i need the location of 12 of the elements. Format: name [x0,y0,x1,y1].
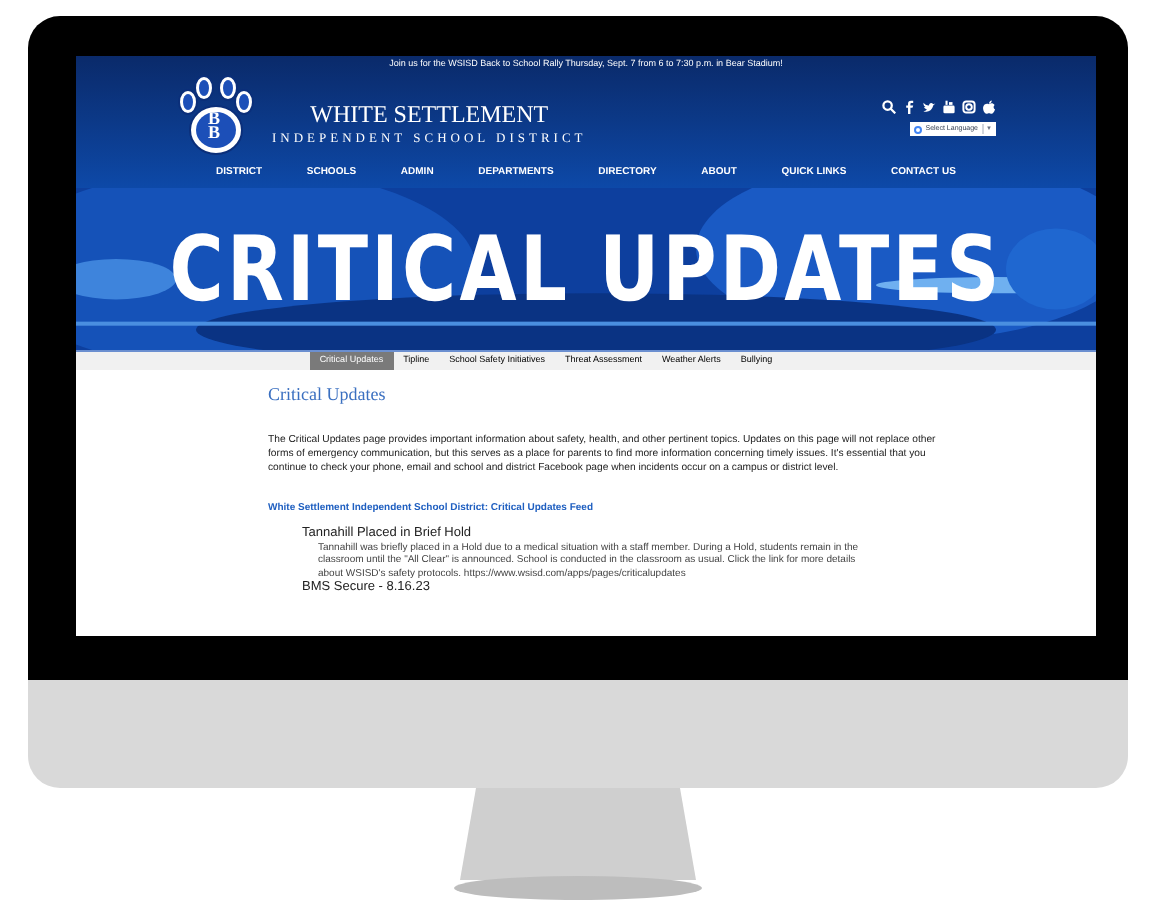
apple-icon[interactable] [982,100,996,114]
page-heading: Critical Updates [268,382,388,408]
facebook-icon[interactable] [902,100,916,114]
search-icon[interactable] [882,100,896,114]
hero-title: CRITICAL UPDATES [169,224,1003,314]
video-icon[interactable] [942,100,956,114]
google-icon [913,125,922,133]
camera-icon[interactable] [962,100,976,114]
bird-icon[interactable] [922,100,936,114]
logo-monogram: BB [208,112,223,141]
paw-logo-icon [176,74,256,158]
site-title: WHITE SETTLEMENT [310,102,549,126]
